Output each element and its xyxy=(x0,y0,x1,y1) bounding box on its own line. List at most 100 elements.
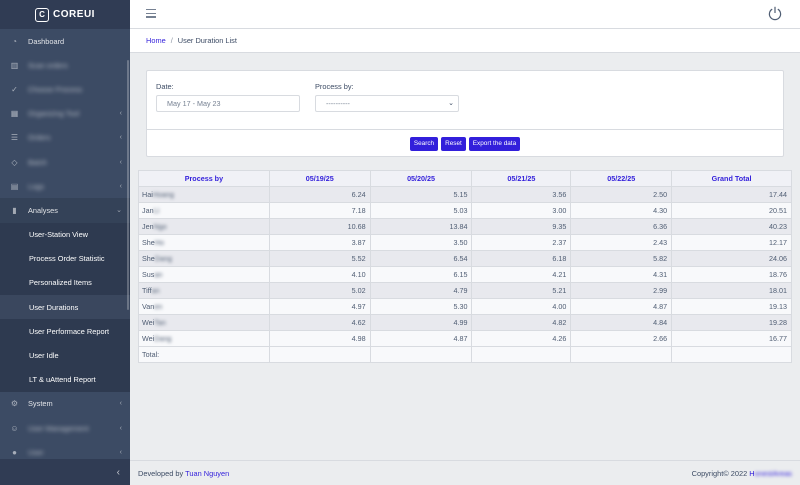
duration-cell: 5.21 xyxy=(471,282,572,299)
duration-cell: 6.54 xyxy=(369,250,473,267)
user-name-hidden: Hoang xyxy=(152,190,174,199)
column-header[interactable]: 05/19/25 xyxy=(268,170,371,187)
duration-cell: 6.15 xyxy=(369,266,473,283)
sidebar-item-organizing-tool[interactable]: ▦ Organizing Tool ‹ xyxy=(0,102,130,126)
duration-cell: 5.15 xyxy=(369,186,473,203)
duration-cell: 4.87 xyxy=(570,298,673,315)
sidebar-item-dashboard[interactable]: ◔ Dashboard xyxy=(0,29,130,53)
sidebar-item-user-management[interactable]: ☺ User Management ‹ xyxy=(0,416,130,440)
search-button[interactable]: Search xyxy=(409,136,439,151)
user-name: Van xyxy=(142,302,155,311)
sidebar-item-batch[interactable]: ◇ Batch ‹ xyxy=(0,150,130,174)
sidebar-item-scan-orders[interactable]: ▥ Scan orders xyxy=(0,53,130,77)
table-row: JenNgo 10.68 13.84 9.35 6.36 40.23 xyxy=(138,218,792,235)
chart-icon: ▮ xyxy=(12,205,17,215)
company-name-hidden: onestAreas xyxy=(754,468,792,478)
table-row: Tiffan 5.02 4.79 5.21 2.99 18.01 xyxy=(138,282,792,299)
brand[interactable]: C COREUI xyxy=(0,0,130,29)
chevron-left-icon: ‹ xyxy=(119,134,122,142)
developer-link[interactable]: Tuan Nguyen xyxy=(185,469,229,478)
chevron-left-icon: ‹ xyxy=(119,182,122,190)
company-link[interactable]: HonestAreas xyxy=(749,469,792,478)
user-name-hidden: Dang xyxy=(154,334,172,343)
duration-cell: 5.03 xyxy=(369,202,473,219)
column-header[interactable]: 05/20/25 xyxy=(369,170,473,187)
sidebar-item-lt-uattend-report[interactable]: LT & uAttend Report xyxy=(0,368,130,392)
duration-cell: 10.68 xyxy=(268,218,371,235)
duration-cell: 7.18 xyxy=(268,202,371,219)
user-name-hidden: en xyxy=(154,302,163,311)
people-icon: ☺ xyxy=(10,423,19,433)
duration-cell: 3.50 xyxy=(369,234,473,251)
chevron-left-icon[interactable]: ‹ xyxy=(117,467,120,478)
sidebar-item-orders[interactable]: ☰ Orders ‹ xyxy=(0,126,130,150)
total-cell xyxy=(570,346,673,363)
sidebar-item-choose-process[interactable]: ✓ Choose Process xyxy=(0,77,130,101)
sidebar-scrollbar[interactable] xyxy=(127,60,129,310)
brand-name: COREUI xyxy=(53,9,95,20)
company-name: H xyxy=(749,468,755,478)
duration-cell: 5.30 xyxy=(369,298,473,315)
duration-cell: 4.79 xyxy=(369,282,473,299)
duration-cell: 4.21 xyxy=(471,266,572,283)
sidebar-minimizer[interactable]: ‹ xyxy=(0,459,130,485)
menu-toggle-icon[interactable] xyxy=(146,9,156,18)
user-name-hidden: Ngo xyxy=(153,222,167,231)
sidebar-item-user-durations[interactable]: User Durations xyxy=(0,295,130,320)
sidebar-item-personalized-items[interactable]: Personalized Items xyxy=(0,271,130,295)
duration-cell: 4.62 xyxy=(268,314,371,331)
process-by-select[interactable]: ---------- ⌄ xyxy=(315,95,459,112)
power-icon[interactable] xyxy=(768,6,782,21)
list-icon: ☰ xyxy=(10,133,19,143)
sidebar-item-label: User xyxy=(28,447,44,457)
duration-cell: 3.00 xyxy=(471,202,572,219)
total-label: Total: xyxy=(138,346,270,363)
column-header[interactable]: Process by xyxy=(138,170,270,187)
export-button[interactable]: Export the data xyxy=(468,136,521,151)
duration-cell: 2.66 xyxy=(570,330,673,347)
sidebar-item-label: Organizing Tool xyxy=(28,109,80,119)
table-row: WeiTan 4.62 4.99 4.82 4.84 19.28 xyxy=(138,314,792,331)
breadcrumb-separator: / xyxy=(170,36,173,45)
duration-cell: 4.98 xyxy=(268,330,371,347)
sidebar-item-logs[interactable]: ▤ Logs ‹ xyxy=(0,174,130,198)
sidebar-item-user-station-view[interactable]: User-Station View xyxy=(0,223,130,247)
process-by-cell: Tiffan xyxy=(138,282,270,299)
sidebar-item-user-performace-report[interactable]: User Performace Report xyxy=(0,319,130,343)
date-range-input[interactable]: May 17 - May 23 xyxy=(156,95,300,112)
user-name-hidden: Li xyxy=(153,206,160,215)
duration-cell: 40.23 xyxy=(671,218,792,235)
duration-cell: 6.36 xyxy=(570,218,673,235)
duration-cell: 19.13 xyxy=(671,298,792,315)
user-icon: ● xyxy=(12,447,17,457)
user-name: Tiff xyxy=(142,286,152,295)
duration-cell: 17.44 xyxy=(671,186,792,203)
date-range-value: May 17 - May 23 xyxy=(167,99,221,108)
column-header[interactable]: 05/22/25 xyxy=(570,170,673,187)
sidebar-item-process-order-statistic[interactable]: Process Order Statistic xyxy=(0,247,130,271)
footer-right: Copyright© 2022 HonestAreas xyxy=(692,469,792,478)
sidebar-item-user-idle[interactable]: User Idle xyxy=(0,343,130,367)
sidebar-item-label: Analyses xyxy=(28,205,58,215)
table-row: WeiDang 4.98 4.87 4.26 2.66 16.77 xyxy=(138,330,792,347)
duration-cell: 4.97 xyxy=(268,298,371,315)
total-cell xyxy=(268,346,371,363)
duration-cell: 9.35 xyxy=(471,218,572,235)
sidebar-item-analyses[interactable]: ▮ Analyses ⌄ xyxy=(0,198,130,223)
process-by-label: Process by: xyxy=(315,82,354,91)
duration-cell: 4.10 xyxy=(268,266,371,283)
sidebar-item-label: Batch xyxy=(28,157,47,167)
column-header[interactable]: 05/21/25 xyxy=(471,170,572,187)
total-row: Total: xyxy=(138,346,792,363)
breadcrumb-home[interactable]: Home xyxy=(146,36,166,45)
duration-cell: 18.01 xyxy=(671,282,792,299)
table-row: JanLi 7.18 5.03 3.00 4.30 20.51 xyxy=(138,202,792,219)
reset-button[interactable]: Reset xyxy=(441,136,466,151)
table-body: HaiHoang 6.24 5.15 3.56 2.50 17.44 JanLi 7.18 5.… xyxy=(138,186,792,363)
column-header[interactable]: Grand Total xyxy=(671,170,792,187)
process-by-cell: WeiTan xyxy=(138,314,270,331)
process-by-cell: Susan xyxy=(138,266,270,283)
sidebar-item-system[interactable]: ⚙ System ‹ xyxy=(0,392,130,416)
sidebar-item-label: User Management xyxy=(28,423,89,433)
coreui-logo-icon: C xyxy=(35,7,50,22)
